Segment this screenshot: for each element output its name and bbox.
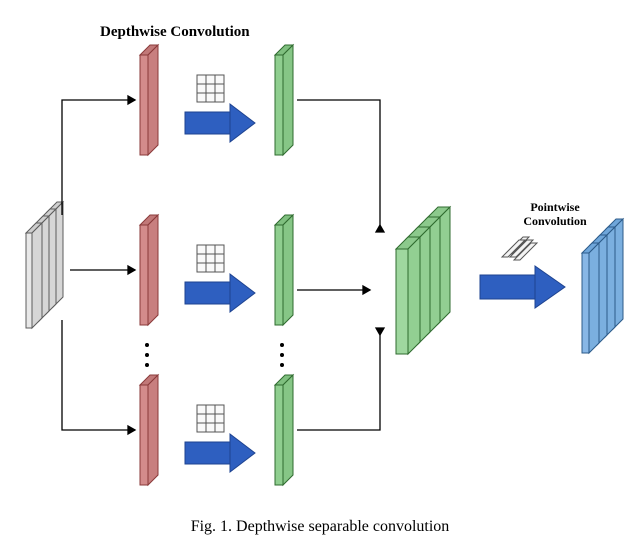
- label-pointwise: Pointwise Convolution: [510, 200, 600, 229]
- title-depthwise: Depthwise Convolution: [100, 24, 250, 41]
- split-routing: [62, 96, 135, 434]
- pointwise-kernel-icon: [502, 237, 537, 260]
- label-pointwise-line2: Convolution: [523, 214, 586, 228]
- dw-output-slabs: [275, 45, 293, 485]
- concat-routing: [297, 100, 384, 430]
- ellipsis-dots: [145, 343, 284, 367]
- pointwise-arrow: [480, 266, 565, 308]
- split-slabs: [140, 45, 158, 485]
- diagram-stage: Depthwise Convolution Pointwise Convolut…: [0, 0, 640, 552]
- concat-stack: [396, 207, 450, 354]
- figure-caption: Fig. 1. Depthwise separable convolution: [0, 518, 640, 536]
- input-stack: [26, 202, 63, 328]
- output-stack: [582, 219, 623, 353]
- diagram-svg: [0, 0, 640, 552]
- dw-arrows: [185, 75, 255, 472]
- label-pointwise-line1: Pointwise: [530, 200, 579, 214]
